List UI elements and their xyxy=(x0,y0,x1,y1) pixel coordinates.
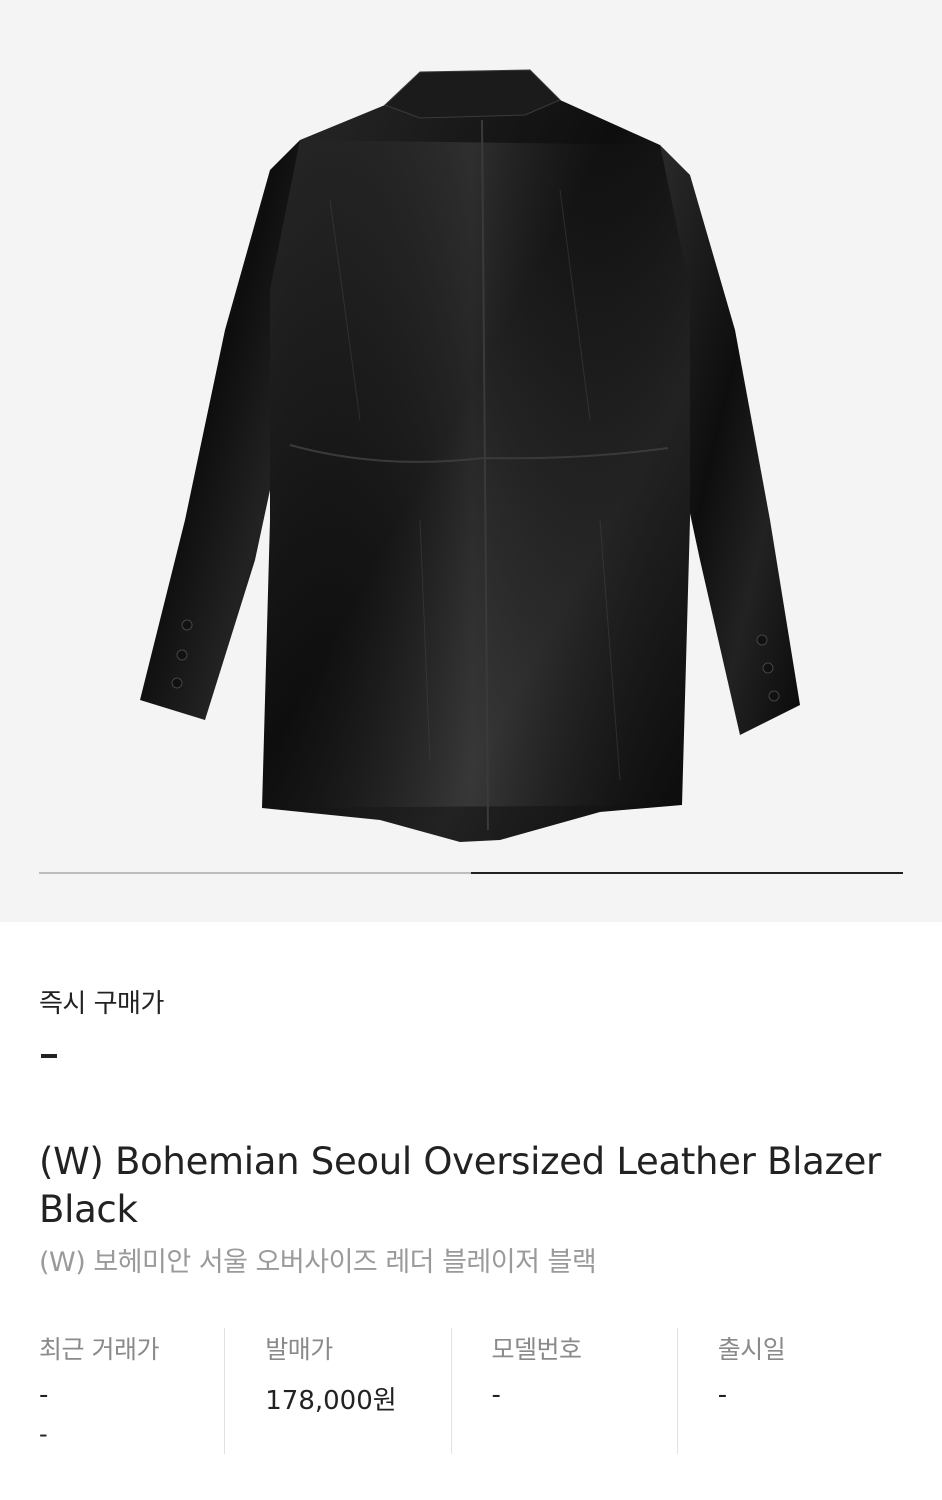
product-info-grid: 최근 거래가 - - 발매가 178,000원 모델번호 - 출시일 - xyxy=(39,1328,903,1454)
product-subtitle-korean: (W) 보헤미안 서울 오버사이즈 레더 블레이저 블랙 xyxy=(39,1247,597,1278)
instant-buy-price-label: 즉시 구매가 xyxy=(39,989,164,1019)
info-recent-trade: 최근 거래가 - - xyxy=(39,1328,224,1454)
info-release-date: 출시일 - xyxy=(676,1328,903,1454)
instant-buy-price-value xyxy=(41,1054,57,1058)
gallery-pager[interactable] xyxy=(39,872,903,874)
info-label: 최근 거래가 xyxy=(39,1335,159,1364)
info-value: - xyxy=(491,1380,501,1410)
info-value: - xyxy=(717,1380,728,1410)
info-sub-value: - xyxy=(39,1420,48,1448)
info-label: 모델번호 xyxy=(491,1335,583,1364)
product-image xyxy=(140,69,800,842)
info-model-number: 모델번호 - xyxy=(450,1328,677,1454)
info-label: 출시일 xyxy=(717,1335,786,1364)
info-label: 발매가 xyxy=(265,1335,333,1364)
product-title: (W) Bohemian Seoul Oversized Leather Bla… xyxy=(39,1140,881,1231)
info-value: - xyxy=(39,1380,49,1410)
info-release-price: 발매가 178,000원 xyxy=(224,1328,450,1454)
product-image-gallery[interactable] xyxy=(0,0,942,922)
info-value: 178,000원 xyxy=(265,1386,397,1416)
gallery-pager-active-segment xyxy=(471,872,903,874)
